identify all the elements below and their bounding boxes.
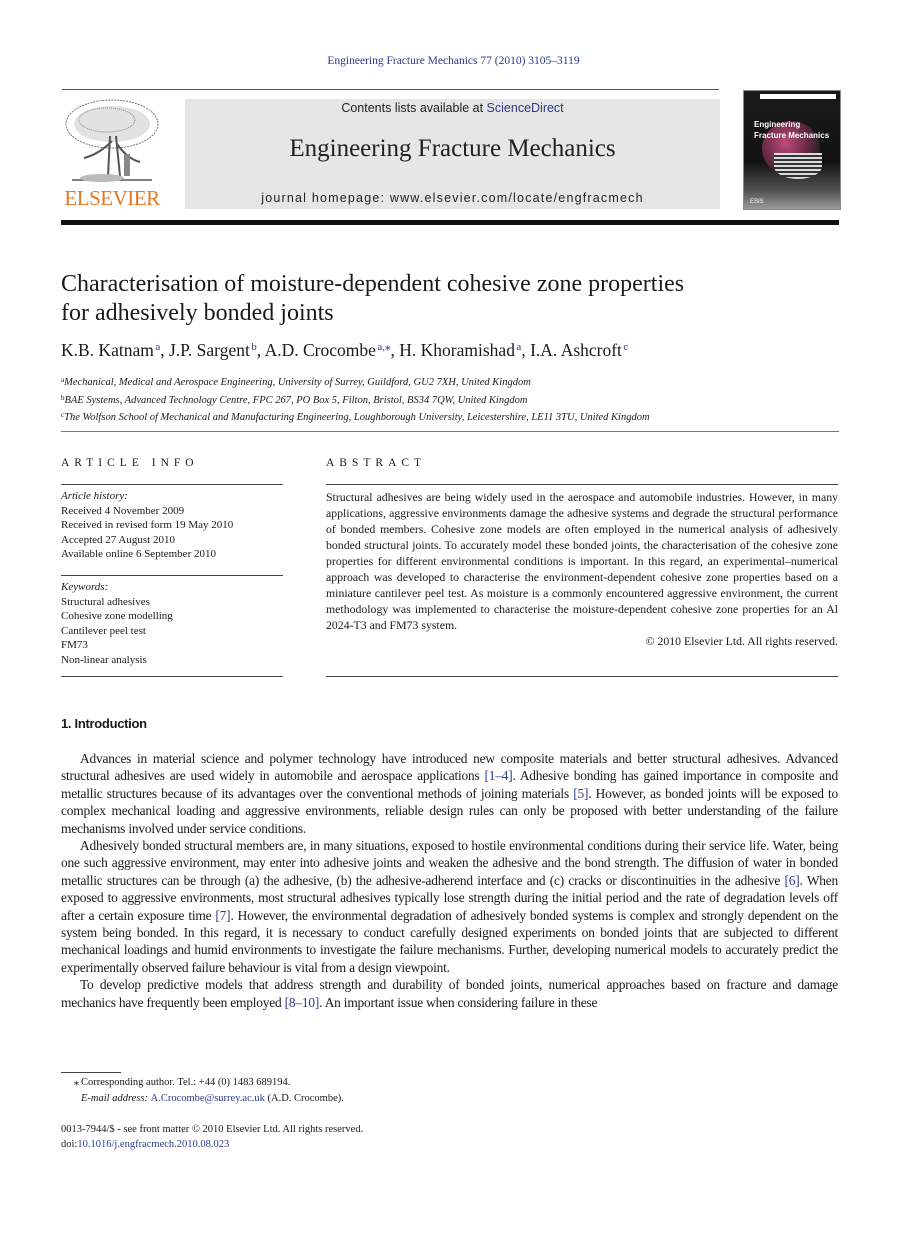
affiliation-link[interactable]: c [623, 341, 628, 353]
footnotes: ⁎ Corresponding author. Tel.: +44 (0) 148… [61, 1075, 838, 1107]
keyword-item: Cohesive zone modelling [61, 610, 173, 622]
affiliations: aMechanical, Medical and Aerospace Engin… [61, 373, 841, 426]
journal-cover-image[interactable]: Engineering Fracture Mechanics ESIS [743, 90, 841, 210]
history-item: Accepted 27 August 2010 [61, 533, 175, 546]
cover-title-line2: Fracture Mechanics [754, 131, 830, 140]
affiliation-c: cThe Wolfson School of Mechanical and Ma… [61, 411, 650, 423]
history-item: Available online 6 September 2010 [61, 548, 216, 560]
article-history: Article history: Received 4 November 200… [61, 489, 283, 562]
journal-banner: Contents lists available at ScienceDirec… [185, 99, 720, 209]
corresponding-author-note: ⁎ Corresponding author. Tel.: +44 (0) 148… [61, 1075, 838, 1091]
abstract-copyright: © 2010 Elsevier Ltd. All rights reserved… [645, 634, 838, 648]
author[interactable]: A.D. Crocombe a,⁎ [265, 340, 391, 360]
keywords-label: Keywords: [61, 581, 109, 593]
abstract-rule-bottom [326, 676, 838, 677]
keyword-item: Non-linear analysis [61, 653, 147, 666]
article-info-rule-mid [61, 575, 283, 576]
title-line-1: Characterisation of moisture-dependent c… [61, 271, 685, 297]
citation-link[interactable]: [6] [785, 873, 800, 888]
email-note: E-mail address: A.Crocombe@surrey.ac.uk … [81, 1093, 344, 1104]
header-divider [61, 431, 839, 432]
author[interactable]: K.B. Katnam a [61, 340, 160, 360]
affiliation-b: bBAE Systems, Advanced Technology Centre… [61, 393, 528, 406]
doi-line: doi:10.1016/j.engfracmech.2010.08.023 [61, 1139, 230, 1150]
abstract: Structural adhesives are being widely us… [326, 489, 838, 649]
paragraph: To develop predictive models that addres… [61, 977, 838, 1010]
asterisk-icon: ⁎ [73, 1077, 79, 1088]
article-history-label: Article history: [61, 490, 128, 502]
elsevier-tree-icon [65, 99, 159, 182]
affiliation-a: aMechanical, Medical and Aerospace Engin… [61, 376, 531, 388]
author[interactable]: I.A. Ashcroft c [530, 340, 628, 360]
keyword-item: Cantilever peel test [61, 624, 146, 637]
citation-link[interactable]: [1–4] [484, 768, 512, 783]
masthead-thick-rule [61, 220, 839, 225]
email-link[interactable]: A.Crocombe@surrey.ac.uk [151, 1093, 265, 1104]
elsevier-logo[interactable]: ELSEVIER [60, 96, 164, 211]
abstract-heading: ABSTRACT [326, 457, 427, 469]
contents-line: Contents lists available at ScienceDirec… [185, 101, 720, 115]
citation-link[interactable]: [5] [573, 786, 588, 801]
article-title: Characterisation of moisture-dependent c… [61, 270, 821, 328]
bottom-meta: 0013-7944/$ - see front matter © 2010 El… [61, 1122, 363, 1152]
citation-link[interactable]: [8–10] [285, 995, 320, 1010]
cover-publisher: ESIS [750, 199, 764, 205]
cover-title: Engineering Fracture Mechanics [754, 119, 829, 141]
issn-line: 0013-7944/$ - see front matter © 2010 El… [61, 1124, 364, 1135]
abstract-rule-top [326, 484, 838, 485]
contents-prefix: Contents lists available at [341, 101, 487, 115]
article-info-rule-bottom [61, 676, 283, 677]
doi-link[interactable]: 10.1016/j.engfracmech.2010.08.023 [77, 1139, 229, 1150]
section-heading-introduction: 1. Introduction [61, 716, 147, 731]
article-info-heading: ARTICLE INFO [61, 457, 199, 469]
introduction-body: Advances in material science and polymer… [61, 750, 838, 1011]
author-list: K.B. Katnam a, J.P. Sargent b, A.D. Croc… [61, 340, 629, 360]
author[interactable]: H. Khoramishad a [399, 340, 521, 360]
cover-bar [760, 94, 836, 99]
paragraph: Advances in material science and polymer… [61, 751, 838, 836]
cover-title-line1: Engineering [754, 120, 801, 129]
journal-title: Engineering Fracture Mechanics [289, 135, 616, 162]
history-item: Received in revised form 19 May 2010 [61, 519, 234, 531]
elsevier-wordmark: ELSEVIER [64, 186, 160, 210]
article-info-rule-top [61, 484, 283, 485]
keyword-item: Structural adhesives [61, 595, 150, 608]
citation-link[interactable]: [7] [215, 908, 230, 923]
journal-homepage-link[interactable]: journal homepage: www.elsevier.com/locat… [185, 191, 720, 205]
title-line-2: for adhesively bonded joints [61, 300, 334, 326]
footnote-divider [61, 1072, 121, 1073]
running-head[interactable]: Engineering Fracture Mechanics 77 (2010)… [0, 55, 907, 67]
author[interactable]: J.P. Sargent b [169, 340, 257, 360]
masthead-divider [62, 89, 719, 90]
keywords: Keywords: Structural adhesives Cohesive … [61, 580, 283, 667]
cover-stripes [774, 153, 822, 179]
abstract-text: Structural adhesives are being widely us… [326, 490, 838, 632]
paragraph: Adhesively bonded structural members are… [61, 838, 838, 975]
history-item: Received 4 November 2009 [61, 504, 185, 517]
keyword-item: FM73 [61, 639, 88, 651]
affiliation-link[interactable]: a,⁎ [377, 341, 390, 353]
sciencedirect-link[interactable]: ScienceDirect [487, 101, 564, 115]
